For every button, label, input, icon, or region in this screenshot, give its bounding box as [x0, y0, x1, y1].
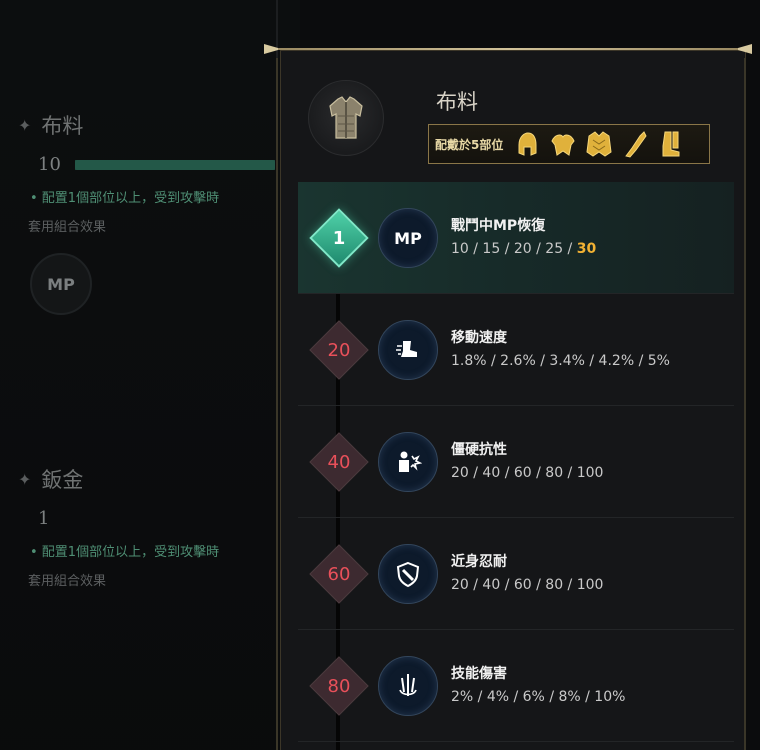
bg-section-plate[interactable]: ✦ 鈑金 1 • 配置1個部位以上，受到攻擊時 套用組合效果: [18, 464, 219, 589]
tier-row[interactable]: 40 僵硬抗性 20 / 40 / 60 / 80 / 100: [298, 406, 734, 518]
bg-progress-bar: [74, 159, 275, 170]
tier-list: 1 MP 戰鬥中MP恢復 10 / 15 / 20 / 25 / 30 20 移…: [298, 182, 734, 742]
bg-count: 1: [38, 508, 50, 529]
melee-shield-icon: [378, 544, 438, 604]
bg-section-title: ✦ 鈑金: [18, 464, 219, 494]
tier-stat-values: 20 / 40 / 60 / 80 / 100: [451, 577, 604, 593]
tier-stat-name: 近身忍耐: [451, 554, 507, 570]
bg-count: 10: [38, 154, 61, 175]
mp-icon-text: MP: [394, 228, 422, 248]
plus-icon: ✦: [18, 469, 32, 489]
glove-icon: [621, 129, 649, 159]
bg-mp-icon: MP: [30, 253, 92, 315]
tier-level: 20: [327, 339, 351, 361]
tier-stat-name: 移動速度: [451, 330, 507, 346]
bg-title-text: 鈑金: [41, 468, 84, 492]
tier-row[interactable]: 60 近身忍耐 20 / 40 / 60 / 80 / 100: [298, 518, 734, 630]
set-title: 布料: [436, 90, 478, 114]
tier-row[interactable]: 80 技能傷害 2% / 4% / 6% / 8% / 10%: [298, 630, 734, 742]
tier-stat-values: 10 / 15 / 20 / 25 / 30: [451, 241, 596, 257]
boots-icon: [657, 129, 685, 159]
equip-parts-label: 配戴於5部位: [435, 137, 504, 152]
tier-stat-values: 2% / 4% / 6% / 8% / 10%: [451, 689, 626, 705]
boot-speed-icon: [378, 320, 438, 380]
frame-right-border: [744, 58, 746, 750]
bg-subtitle: 套用組合效果: [28, 574, 107, 589]
shoulder-icon: [549, 129, 577, 159]
frame-top-border: [264, 44, 752, 54]
tier-level-badge: 80: [309, 656, 369, 716]
bg-description: • 配置1個部位以上，受到攻擊時: [30, 545, 220, 560]
tier-level-badge: 40: [309, 432, 369, 492]
tier-stat-name: 僵硬抗性: [451, 442, 507, 458]
plus-icon: ✦: [18, 115, 32, 135]
bg-progress-row: 10: [38, 154, 275, 175]
helmet-icon: [513, 129, 541, 159]
bg-progress-row: 1: [38, 508, 219, 529]
bg-mp-text: MP: [47, 274, 75, 294]
skill-damage-icon: [378, 656, 438, 716]
equip-parts-box: 配戴於5部位: [428, 124, 710, 164]
tier-stat-name: 戰鬥中MP恢復: [451, 218, 546, 234]
stun-resist-icon: [378, 432, 438, 492]
bg-description: • 配置1個部位以上，受到攻擊時: [30, 191, 220, 206]
bg-subtitle: 套用組合效果: [28, 220, 107, 235]
tooltip-header: 布料 配戴於5部位: [298, 66, 734, 178]
tier-values-text: 10 / 15 / 20 / 25 /: [451, 241, 577, 257]
tier-level-badge: 60: [309, 544, 369, 604]
tier-row[interactable]: 1 MP 戰鬥中MP恢復 10 / 15 / 20 / 25 / 30: [298, 182, 734, 294]
tier-level: 80: [327, 675, 351, 697]
tier-stat-values: 1.8% / 2.6% / 3.4% / 4.2% / 5%: [451, 353, 670, 369]
chest-icon: [585, 129, 613, 159]
frame-left-border: [276, 58, 278, 750]
tier-current-value: 30: [576, 241, 597, 257]
tier-level: 1: [332, 227, 346, 249]
tier-level: 40: [327, 451, 351, 473]
cloth-armor-icon: [308, 80, 384, 156]
tier-level: 60: [327, 563, 351, 585]
tier-level-badge: 1: [309, 208, 369, 268]
mp-icon: MP: [378, 208, 438, 268]
bg-title-text: 布料: [41, 114, 84, 138]
tier-row[interactable]: 20 移動速度 1.8% / 2.6% / 3.4% / 4.2% / 5%: [298, 294, 734, 406]
tier-level-badge: 20: [309, 320, 369, 380]
tier-stat-name: 技能傷害: [451, 666, 507, 682]
tier-stat-values: 20 / 40 / 60 / 80 / 100: [451, 465, 604, 481]
bg-section-cloth[interactable]: ✦ 布料 10 • 配置1個部位以上，受到攻擊時 套用組合效果 MP: [18, 110, 275, 315]
bg-section-title: ✦ 布料: [18, 110, 275, 140]
